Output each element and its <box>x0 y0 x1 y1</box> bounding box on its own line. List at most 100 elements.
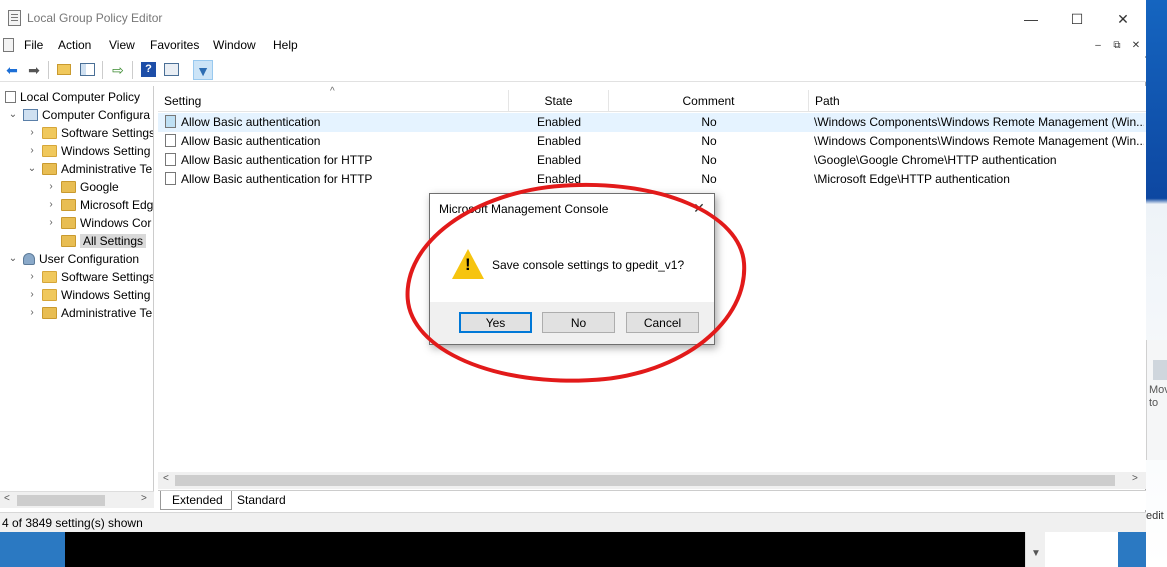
peek-text-2: to <box>1149 397 1159 409</box>
chevron-left-icon[interactable]: < <box>4 493 10 504</box>
toolbar: ⬅ ➡ ⇨ ? ▼ <box>0 58 1146 82</box>
row-setting: Allow Basic authentication for HTTP <box>181 153 373 167</box>
properties-icon[interactable] <box>162 60 182 80</box>
tree-item-user-administrative-templates[interactable]: › Administrative Te <box>30 304 152 322</box>
background-window-white <box>1045 532 1118 567</box>
folder-settings-icon <box>42 307 57 319</box>
status-text: 4 of 3849 setting(s) shown <box>2 516 143 530</box>
export-list-icon[interactable]: ⇨ <box>108 60 128 80</box>
dialog-close-button[interactable]: ✕ <box>690 199 708 217</box>
status-bar: 4 of 3849 setting(s) shown <box>0 512 1146 532</box>
chevron-right-icon[interactable]: › <box>27 286 37 304</box>
tree-item-administrative-templates[interactable]: ⌄ Administrative Te <box>28 160 152 178</box>
peek-text-1: Mov <box>1149 384 1167 396</box>
chevron-left-icon[interactable]: < <box>163 473 169 484</box>
back-arrow-icon[interactable]: ⬅ <box>2 60 22 80</box>
background-scrollbar[interactable]: ▼ <box>1025 532 1045 567</box>
tree-item-microsoft-edge[interactable]: › Microsoft Edg <box>49 196 153 214</box>
toolbar-separator <box>102 61 103 79</box>
menu-file[interactable]: File <box>24 38 43 52</box>
forward-arrow-icon[interactable]: ➡ <box>24 60 44 80</box>
mdi-close-button[interactable]: ✕ <box>1128 38 1144 54</box>
chevron-right-icon[interactable]: › <box>46 178 56 196</box>
column-path[interactable]: Path <box>809 90 1146 112</box>
row-comment: No <box>701 172 717 186</box>
desktop-background-right: Mov to edit <box>1146 0 1167 567</box>
warning-icon: ! <box>452 249 484 279</box>
column-state[interactable]: State <box>509 90 609 112</box>
no-button[interactable]: No <box>542 312 615 333</box>
chevron-right-icon[interactable]: › <box>27 142 37 160</box>
dialog-title: Microsoft Management Console <box>439 202 609 216</box>
tree-item-all-settings[interactable]: All Settings <box>61 232 147 250</box>
table-row[interactable]: Allow Basic authentication Enabled No \W… <box>158 132 1146 151</box>
row-path: \Windows Components\Windows Remote Manag… <box>814 134 1144 148</box>
table-row[interactable]: Allow Basic authentication for HTTP Enab… <box>158 151 1146 170</box>
doc-icon <box>5 91 16 103</box>
toolbar-separator <box>132 61 133 79</box>
table-row[interactable]: Allow Basic authentication Enabled No \W… <box>158 113 1146 132</box>
scrollbar-thumb[interactable] <box>175 475 1115 486</box>
folder-settings-icon <box>61 217 76 229</box>
policy-setting-icon <box>165 153 176 166</box>
chevron-down-icon[interactable]: ⌄ <box>8 106 18 124</box>
folder-settings-icon <box>42 163 57 175</box>
menu-view[interactable]: View <box>109 38 135 52</box>
menu-bar: File Action View Favorites Window Help –… <box>0 36 1146 56</box>
chevron-right-icon[interactable]: › <box>46 196 56 214</box>
tree-item-user-software-settings[interactable]: › Software Settings <box>30 268 153 286</box>
menu-window[interactable]: Window <box>213 38 256 52</box>
chevron-right-icon[interactable]: › <box>46 214 56 232</box>
document-icon[interactable] <box>3 38 14 52</box>
tree-item-user-configuration[interactable]: ⌄ User Configuration <box>9 250 139 268</box>
chevron-down-icon[interactable]: ⌄ <box>27 160 37 178</box>
scrollbar-thumb[interactable] <box>17 495 105 506</box>
row-setting: Allow Basic authentication <box>181 134 321 148</box>
chevron-right-icon[interactable]: > <box>141 493 147 504</box>
show-hide-tree-icon[interactable] <box>78 60 98 80</box>
chevron-right-icon[interactable]: › <box>27 268 37 286</box>
cancel-button[interactable]: Cancel <box>626 312 699 333</box>
tree-item-software-settings[interactable]: › Software Settings <box>30 124 153 142</box>
column-comment[interactable]: Comment <box>609 90 809 112</box>
menu-help[interactable]: Help <box>273 38 298 52</box>
maximize-button[interactable]: ☐ <box>1054 6 1100 32</box>
tree-item-local-computer-policy[interactable]: Local Computer Policy <box>5 88 140 106</box>
tree-item-user-windows-settings[interactable]: › Windows Setting <box>30 286 150 304</box>
row-path: \Windows Components\Windows Remote Manag… <box>814 115 1144 129</box>
tab-standard[interactable]: Standard <box>226 491 294 510</box>
tree-item-windows-components[interactable]: › Windows Cor <box>49 214 151 232</box>
minimize-button[interactable]: — <box>1008 6 1054 32</box>
tree-item-windows-settings[interactable]: › Windows Setting <box>30 142 150 160</box>
help-icon[interactable]: ? <box>139 60 159 80</box>
tab-extended[interactable]: Extended <box>160 491 232 510</box>
close-button[interactable]: ✕ <box>1100 6 1146 32</box>
chevron-right-icon[interactable]: › <box>27 304 37 322</box>
row-comment: No <box>701 134 717 148</box>
mdi-minimize-button[interactable]: – <box>1090 38 1106 54</box>
column-header: ^ Setting State Comment Path <box>158 86 1146 112</box>
tree-item-computer-configuration[interactable]: ⌄ Computer Configura <box>9 106 150 124</box>
tree-item-google[interactable]: › Google <box>49 178 118 196</box>
table-row[interactable]: Allow Basic authentication for HTTP Enab… <box>158 170 1146 189</box>
yes-button[interactable]: Yes <box>459 312 532 333</box>
row-setting: Allow Basic authentication <box>181 115 321 129</box>
chevron-right-icon[interactable]: › <box>27 124 37 142</box>
chevron-right-icon[interactable]: > <box>1132 473 1138 484</box>
policy-setting-icon <box>165 134 176 147</box>
filter-icon[interactable]: ▼ <box>193 60 213 80</box>
chevron-down-icon[interactable]: ⌄ <box>8 250 18 268</box>
folder-icon <box>42 289 57 301</box>
dialog-message: Save console settings to gpedit_v1? <box>492 258 685 272</box>
menu-favorites[interactable]: Favorites <box>150 38 199 52</box>
row-state: Enabled <box>536 115 582 129</box>
up-folder-icon[interactable] <box>54 60 74 80</box>
chevron-down-icon: ▼ <box>1031 548 1041 559</box>
tree-horizontal-scrollbar[interactable]: < > <box>0 491 154 508</box>
mdi-restore-button[interactable]: ⧉ <box>1109 38 1125 54</box>
title-bar[interactable]: Local Group Policy Editor — ☐ ✕ <box>0 0 1146 36</box>
list-horizontal-scrollbar[interactable]: < > <box>158 472 1146 489</box>
column-setting[interactable]: Setting <box>158 90 509 112</box>
row-state: Enabled <box>536 172 582 186</box>
menu-action[interactable]: Action <box>58 38 91 52</box>
